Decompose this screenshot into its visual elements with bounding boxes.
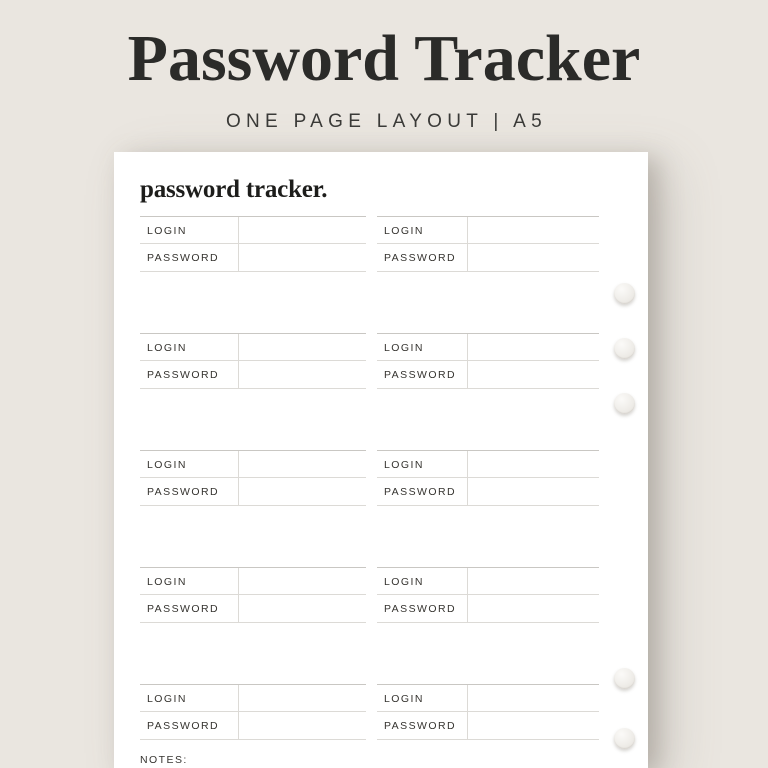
entry-column-divider [467,685,468,739]
binder-ring-hole [614,283,635,304]
entry-rule-middle [377,360,599,361]
entry-rule-middle [140,477,366,478]
login-label: LOGIN [147,225,187,237]
entry-rule-bottom [140,271,366,272]
entry-rule-bottom [377,388,599,389]
entry-column-divider [467,217,468,271]
header: Password Tracker ONE PAGE LAYOUT | A5 [0,0,768,152]
entry-rule-bottom [140,505,366,506]
entry-rule-middle [140,360,366,361]
password-label: PASSWORD [384,720,457,732]
entry-rule-top [377,333,599,334]
login-label: LOGIN [147,576,187,588]
password-entry-block: LOGIN PASSWORD [140,684,366,740]
entry-column-divider [238,568,239,622]
entry-rule-top [377,216,599,217]
password-label: PASSWORD [384,603,457,615]
entry-rule-bottom [377,505,599,506]
password-entry-block: LOGIN PASSWORD [140,450,366,506]
entry-rule-top [140,567,366,568]
password-label: PASSWORD [384,369,457,381]
entry-rule-middle [377,711,599,712]
entry-rule-middle [377,243,599,244]
binder-ring-hole [614,393,635,414]
page-subtitle: ONE PAGE LAYOUT | A5 [225,111,548,132]
entry-rule-top [140,684,366,685]
login-label: LOGIN [147,693,187,705]
password-entry-block: LOGIN PASSWORD [140,216,366,272]
entry-rule-bottom [140,388,366,389]
entry-column-divider [238,685,239,739]
entry-rule-top [377,684,599,685]
entry-column-divider [238,451,239,505]
password-label: PASSWORD [384,486,457,498]
entry-rule-middle [377,477,599,478]
password-label: PASSWORD [147,252,220,264]
entry-rule-bottom [377,622,599,623]
login-label: LOGIN [384,342,424,354]
entry-rule-middle [140,243,366,244]
entry-column-divider [467,451,468,505]
login-label: LOGIN [147,342,187,354]
login-label: LOGIN [384,693,424,705]
entry-rule-top [140,333,366,334]
entry-rule-top [377,567,599,568]
entry-column-divider [467,568,468,622]
sheet-heading: password tracker. [140,176,328,203]
entry-rule-bottom [377,739,599,740]
entry-rule-bottom [140,739,366,740]
entry-rule-middle [377,594,599,595]
notes-label: NOTES: [140,754,188,766]
login-label: LOGIN [384,225,424,237]
password-entry-block: LOGIN PASSWORD [377,450,599,506]
password-label: PASSWORD [147,720,220,732]
login-label: LOGIN [147,459,187,471]
password-entry-block: LOGIN PASSWORD [140,567,366,623]
binder-ring-hole [614,338,635,359]
entry-rule-bottom [377,271,599,272]
entry-rule-top [140,450,366,451]
password-entry-block: LOGIN PASSWORD [140,333,366,389]
password-entry-block: LOGIN PASSWORD [377,567,599,623]
entry-column-divider [467,334,468,388]
entry-column-divider [238,217,239,271]
binder-ring-hole [614,668,635,689]
entry-rule-top [377,450,599,451]
login-label: LOGIN [384,576,424,588]
entry-rule-middle [140,594,366,595]
entry-rule-bottom [140,622,366,623]
password-label: PASSWORD [147,603,220,615]
password-entry-block: LOGIN PASSWORD [377,216,599,272]
binder-ring-hole [614,728,635,749]
password-entry-block: LOGIN PASSWORD [377,684,599,740]
password-entry-block: LOGIN PASSWORD [377,333,599,389]
page-title: Password Tracker [127,22,641,95]
paper-sheet: password tracker. LOGIN PASSWORD LOGIN PASS… [114,152,648,768]
entry-column-divider [238,334,239,388]
entry-rule-middle [140,711,366,712]
password-label: PASSWORD [147,486,220,498]
login-label: LOGIN [384,459,424,471]
password-label: PASSWORD [384,252,457,264]
entry-rule-top [140,216,366,217]
password-label: PASSWORD [147,369,220,381]
